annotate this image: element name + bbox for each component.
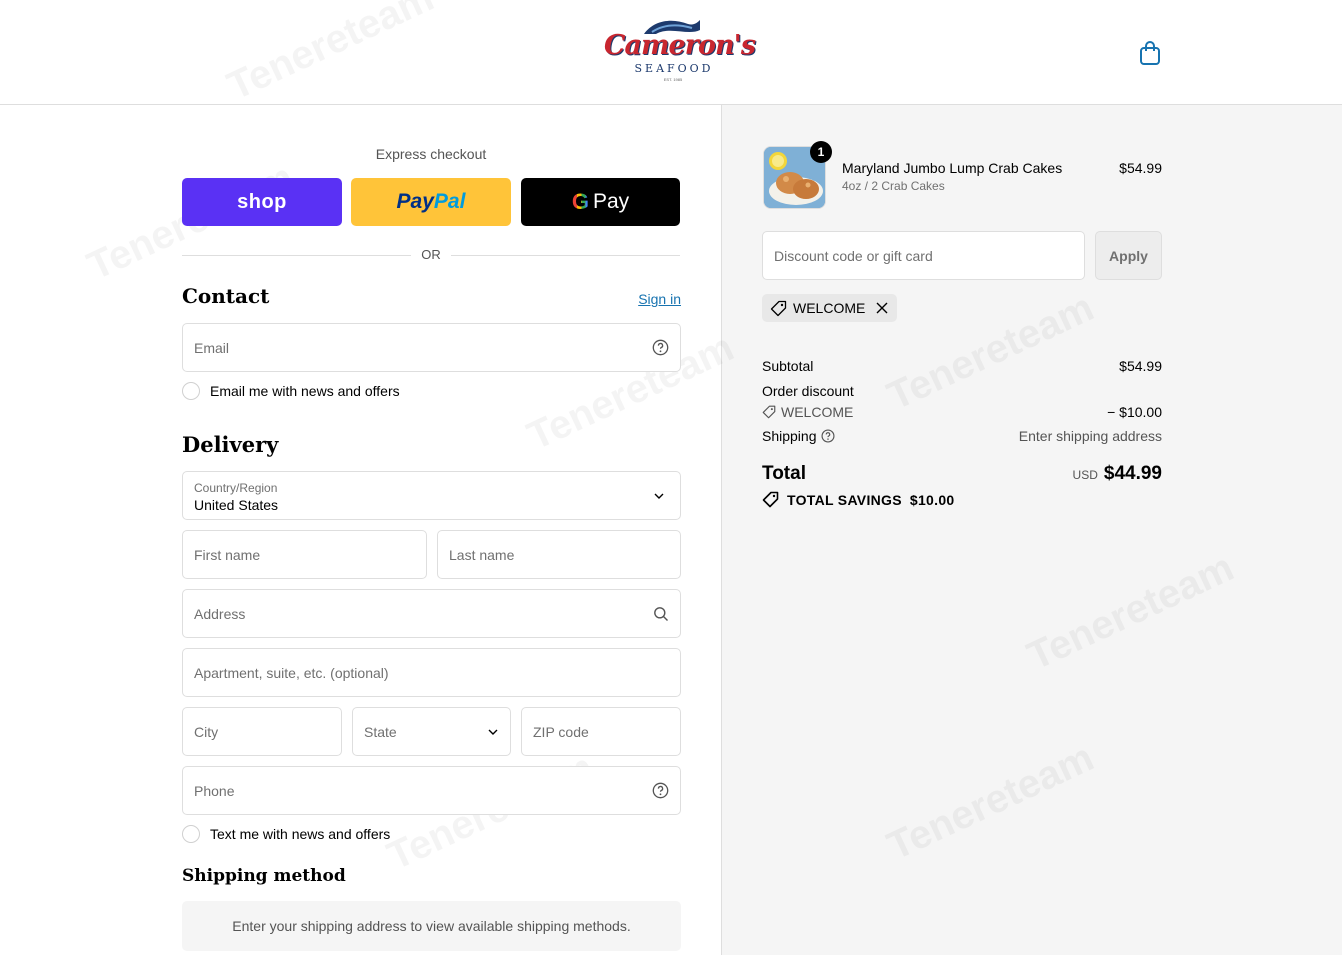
discount-code-field[interactable]: Discount code or gift card (762, 231, 1085, 280)
city-field[interactable]: City (182, 707, 342, 756)
product-name: Maryland Jumbo Lump Crab Cakes (842, 160, 1063, 176)
google-g-icon: G (571, 189, 589, 214)
subtotal-value: $54.99 (1119, 358, 1162, 374)
text-news-checkbox[interactable] (182, 825, 200, 843)
applied-discount-code: WELCOME (793, 300, 866, 316)
tag-icon (770, 300, 787, 316)
text-news-checkbox-row[interactable]: Text me with news and offers (182, 825, 390, 843)
close-icon[interactable] (875, 301, 889, 315)
shipping-method-message: Enter your shipping address to view avai… (182, 901, 681, 951)
google-pay-label: Pay (592, 190, 630, 213)
chevron-down-icon (488, 729, 498, 735)
express-checkout-title: Express checkout (375, 146, 487, 162)
shipping-label: Shipping (762, 428, 817, 444)
search-icon (654, 606, 668, 621)
shop-pay-button[interactable]: shop (182, 178, 342, 226)
subtotal-label: Subtotal (762, 358, 814, 374)
email-placeholder: Email (194, 339, 230, 356)
or-label: OR (411, 247, 451, 262)
help-icon[interactable] (652, 339, 669, 356)
apartment-placeholder: Apartment, suite, etc. (optional) (194, 664, 389, 681)
bag-icon[interactable] (1138, 40, 1162, 66)
total-value-row: USD $44.99 (1000, 463, 1162, 485)
paypal-button[interactable]: Pay Pal (351, 178, 511, 226)
state-placeholder: State (364, 723, 397, 740)
country-select[interactable]: Country/Region United States (182, 471, 681, 520)
last-name-field[interactable]: Last name (437, 530, 681, 579)
apartment-field[interactable]: Apartment, suite, etc. (optional) (182, 648, 681, 697)
quantity-badge: 1 (810, 141, 832, 163)
email-news-checkbox[interactable] (182, 382, 200, 400)
shipping-label-row: Shipping (762, 428, 835, 444)
country-value: United States (194, 496, 279, 513)
logo-script-text: Cameron's (604, 30, 756, 61)
chevron-down-icon (654, 493, 664, 499)
order-discount-value: − $10.00 (1107, 404, 1162, 420)
text-news-label: Text me with news and offers (210, 826, 391, 842)
product-variant: 4oz / 2 Crab Cakes (842, 179, 945, 193)
tag-icon (762, 491, 779, 508)
paypal-label-part1: Pay (396, 190, 434, 213)
discount-placeholder: Discount code or gift card (774, 247, 933, 264)
shipping-method-title: Shipping method (182, 866, 346, 886)
address-placeholder: Address (194, 605, 246, 622)
help-icon[interactable] (652, 782, 669, 799)
order-discount-code: WELCOME (762, 404, 853, 420)
total-label: Total (762, 463, 806, 484)
email-field[interactable]: Email (182, 323, 681, 372)
logo-subtext: SEAFOOD (634, 62, 714, 75)
zip-placeholder: ZIP code (533, 723, 589, 740)
order-discount-label: Order discount (762, 383, 854, 399)
apply-button[interactable]: Apply (1095, 231, 1162, 280)
order-discount-code-text: WELCOME (781, 404, 854, 420)
address-field[interactable]: Address (182, 589, 681, 638)
total-value: $44.99 (1103, 463, 1162, 484)
phone-field[interactable]: Phone (182, 766, 681, 815)
store-logo[interactable]: Cameron's SEAFOOD EST. 1985 (604, 16, 756, 88)
google-pay-button[interactable]: G Pay (521, 178, 680, 226)
savings-value: $10.00 (909, 491, 955, 508)
zip-field[interactable]: ZIP code (521, 707, 681, 756)
first-name-field[interactable]: First name (182, 530, 427, 579)
total-savings: TOTAL SAVINGS $10.00 (762, 491, 955, 508)
savings-label: TOTAL SAVINGS (787, 491, 902, 508)
country-label: Country/Region (194, 480, 278, 495)
logo-est: EST. 1985 (663, 77, 683, 82)
tag-icon (762, 405, 776, 419)
shop-pay-label: shop (237, 190, 287, 213)
delivery-title: Delivery (182, 432, 279, 457)
city-placeholder: City (194, 723, 219, 740)
email-news-checkbox-row[interactable]: Email me with news and offers (182, 382, 400, 400)
sign-in-link[interactable]: Sign in (600, 291, 681, 307)
product-price: $54.99 (1119, 160, 1162, 176)
last-name-placeholder: Last name (449, 546, 515, 563)
paypal-label-part2: Pal (433, 190, 466, 213)
help-icon[interactable] (820, 429, 835, 443)
contact-title: Contact (182, 284, 270, 308)
header: Cameron's SEAFOOD EST. 1985 (0, 0, 1342, 105)
state-select[interactable]: State (352, 707, 511, 756)
total-currency: USD (1072, 468, 1098, 482)
phone-placeholder: Phone (194, 782, 235, 799)
applied-discount-chip: WELCOME (762, 294, 898, 322)
shipping-value: Enter shipping address (1018, 428, 1162, 444)
first-name-placeholder: First name (194, 546, 261, 563)
email-news-label: Email me with news and offers (210, 383, 400, 399)
